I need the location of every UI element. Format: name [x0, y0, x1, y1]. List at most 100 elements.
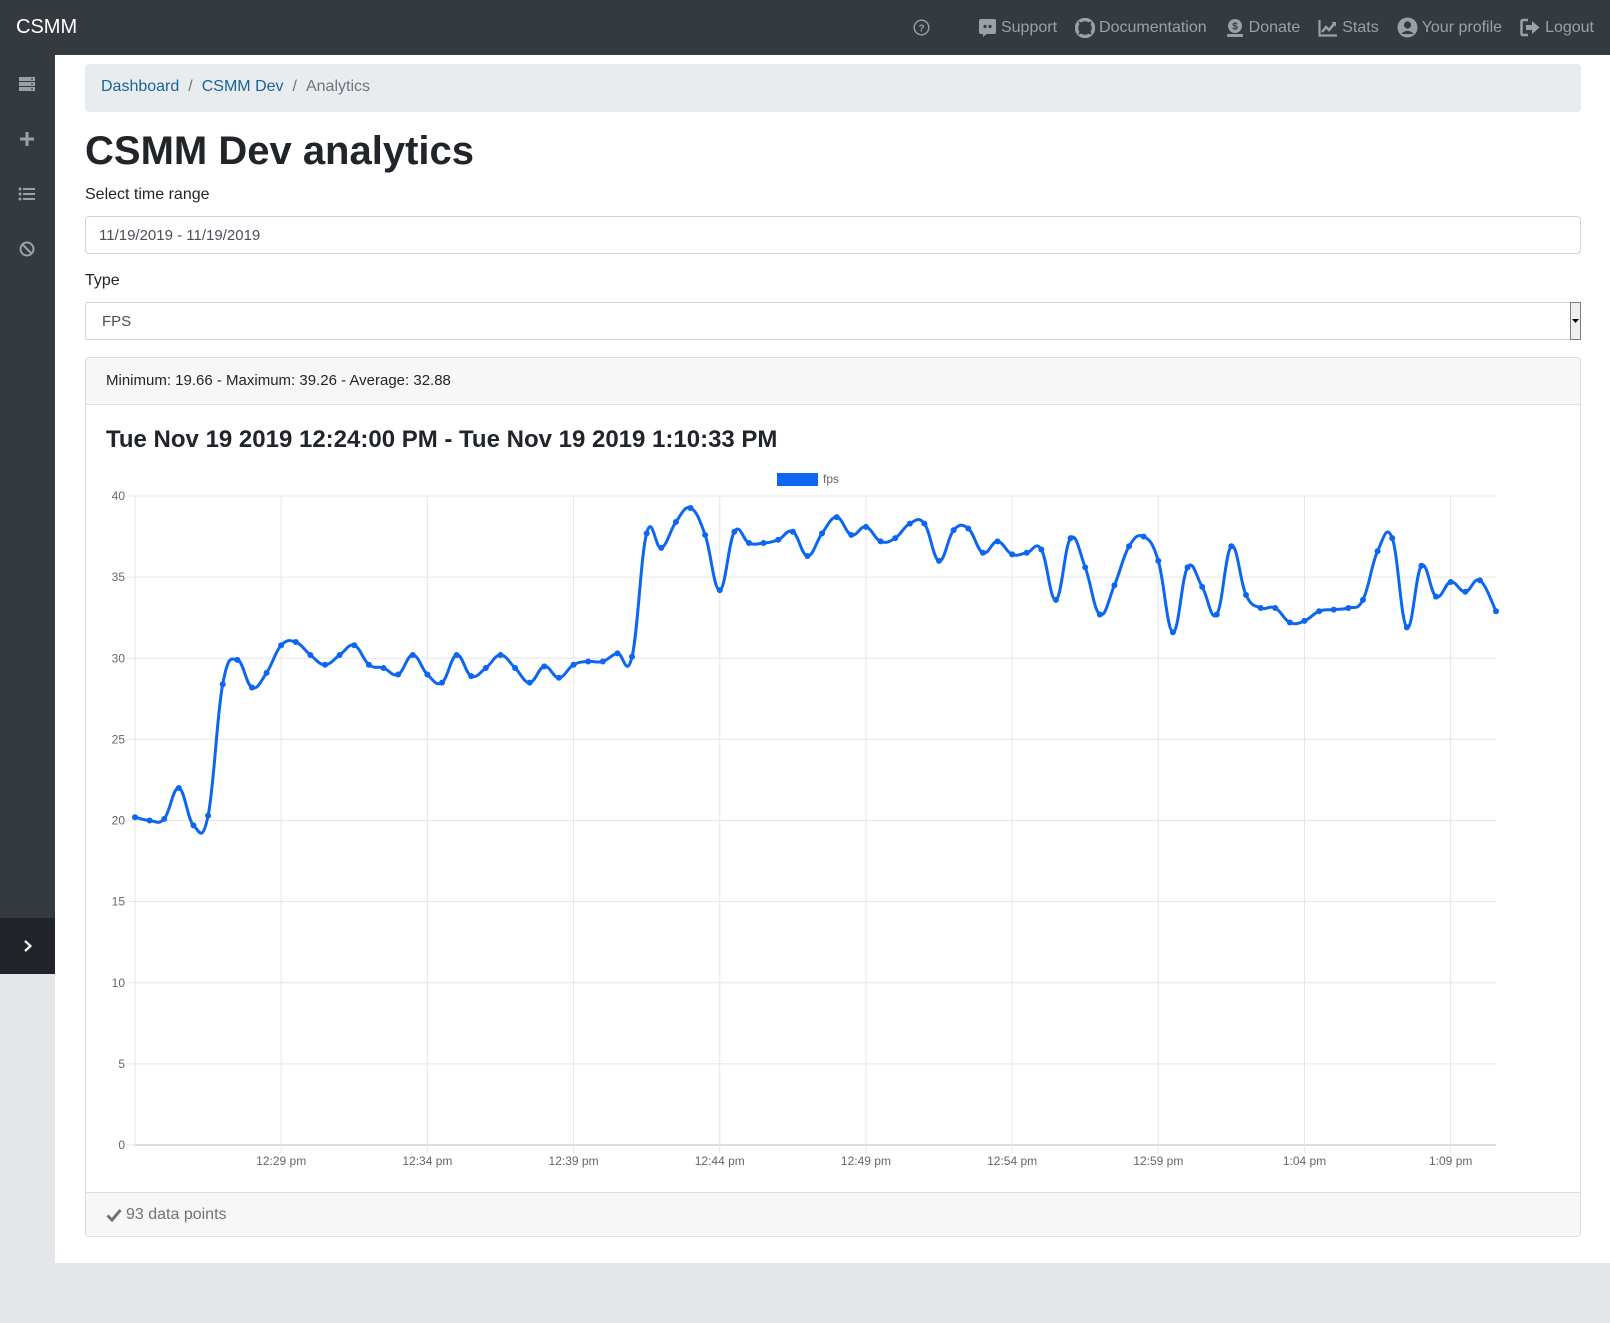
data-point[interactable]	[482, 664, 489, 671]
data-point[interactable]	[1126, 543, 1133, 550]
data-point[interactable]	[234, 656, 241, 663]
data-point[interactable]	[1447, 578, 1454, 585]
data-point[interactable]	[1345, 604, 1352, 611]
nav-documentation[interactable]: Documentation	[1075, 17, 1207, 38]
data-point[interactable]	[1403, 624, 1410, 631]
data-point[interactable]	[1389, 535, 1396, 542]
data-point[interactable]	[278, 642, 285, 649]
data-point[interactable]	[1082, 564, 1089, 571]
sidebar-toggle-button[interactable]	[0, 918, 55, 974]
data-point[interactable]	[322, 661, 329, 668]
data-point[interactable]	[702, 531, 709, 538]
data-point[interactable]	[1111, 582, 1118, 589]
data-point[interactable]	[687, 505, 694, 512]
data-point[interactable]	[1140, 533, 1147, 540]
data-point[interactable]	[1067, 535, 1074, 542]
data-point[interactable]	[1052, 596, 1059, 603]
data-point[interactable]	[672, 518, 679, 525]
data-point[interactable]	[965, 525, 972, 532]
data-point[interactable]	[1228, 543, 1235, 550]
data-point[interactable]	[409, 652, 416, 659]
data-point[interactable]	[1009, 551, 1016, 558]
data-point[interactable]	[1286, 619, 1293, 626]
nav-support[interactable]: Support	[978, 18, 1057, 37]
breadcrumb-dashboard-link[interactable]: Dashboard	[101, 78, 179, 95]
data-point[interactable]	[292, 639, 299, 646]
data-point[interactable]	[614, 650, 621, 657]
data-point[interactable]	[994, 538, 1001, 545]
data-point[interactable]	[921, 520, 928, 527]
data-point[interactable]	[424, 671, 431, 678]
data-point[interactable]	[541, 663, 548, 670]
nav-donate[interactable]: $ Donate	[1225, 18, 1300, 38]
data-point[interactable]	[877, 538, 884, 545]
data-point[interactable]	[555, 674, 562, 681]
data-point[interactable]	[979, 549, 986, 556]
data-point[interactable]	[1199, 583, 1206, 590]
data-point[interactable]	[1359, 596, 1366, 603]
data-point[interactable]	[205, 812, 212, 819]
nav-stats[interactable]: Stats	[1318, 19, 1379, 37]
legend-swatch[interactable]	[777, 473, 818, 486]
data-point[interactable]	[1096, 611, 1103, 618]
data-point[interactable]	[716, 587, 723, 594]
data-point[interactable]	[804, 553, 811, 560]
data-point[interactable]	[453, 652, 460, 659]
plus-icon[interactable]	[15, 127, 39, 151]
data-point[interactable]	[760, 540, 767, 547]
data-point[interactable]	[175, 785, 182, 792]
data-point[interactable]	[862, 523, 869, 530]
help-icon[interactable]: ?	[913, 19, 930, 41]
data-point[interactable]	[365, 661, 372, 668]
list-icon[interactable]	[15, 182, 39, 206]
brand-logo[interactable]: CSMM	[16, 16, 77, 39]
data-point[interactable]	[1374, 548, 1381, 555]
data-point[interactable]	[789, 528, 796, 535]
server-icon[interactable]	[15, 72, 39, 96]
nav-profile[interactable]: Your profile	[1397, 17, 1502, 38]
data-point[interactable]	[161, 815, 168, 822]
data-point[interactable]	[1433, 593, 1440, 600]
data-point[interactable]	[263, 669, 270, 676]
data-point[interactable]	[1462, 588, 1469, 595]
data-point[interactable]	[351, 642, 358, 649]
data-point[interactable]	[1169, 629, 1176, 636]
data-point[interactable]	[132, 814, 138, 821]
data-point[interactable]	[775, 536, 782, 543]
data-point[interactable]	[745, 540, 752, 547]
data-point[interactable]	[307, 652, 314, 659]
type-select[interactable]: FPS	[85, 302, 1581, 340]
data-point[interactable]	[570, 661, 577, 668]
data-point[interactable]	[190, 822, 197, 829]
data-point[interactable]	[1023, 549, 1030, 556]
data-point[interactable]	[1155, 557, 1162, 564]
data-point[interactable]	[936, 557, 943, 564]
data-point[interactable]	[248, 684, 255, 691]
data-point[interactable]	[1272, 604, 1279, 611]
data-point[interactable]	[512, 664, 519, 671]
data-point[interactable]	[819, 530, 826, 537]
data-point[interactable]	[585, 658, 592, 665]
legend-label[interactable]: fps	[823, 472, 839, 486]
data-point[interactable]	[848, 531, 855, 538]
data-point[interactable]	[643, 530, 650, 537]
data-point[interactable]	[526, 679, 533, 686]
data-point[interactable]	[395, 671, 402, 678]
data-point[interactable]	[468, 673, 475, 680]
ban-icon[interactable]	[15, 237, 39, 261]
time-range-input[interactable]	[85, 216, 1581, 254]
data-point[interactable]	[1418, 562, 1425, 569]
data-point[interactable]	[438, 679, 445, 686]
data-point[interactable]	[336, 652, 343, 659]
data-point[interactable]	[219, 681, 226, 688]
data-point[interactable]	[629, 653, 636, 660]
data-point[interactable]	[906, 520, 913, 527]
data-point[interactable]	[380, 664, 387, 671]
data-point[interactable]	[1257, 604, 1264, 611]
data-point[interactable]	[1316, 608, 1323, 615]
data-point[interactable]	[1330, 606, 1337, 613]
data-point[interactable]	[599, 658, 606, 665]
data-point[interactable]	[146, 817, 153, 824]
data-point[interactable]	[1038, 546, 1045, 553]
data-point[interactable]	[1243, 591, 1250, 598]
